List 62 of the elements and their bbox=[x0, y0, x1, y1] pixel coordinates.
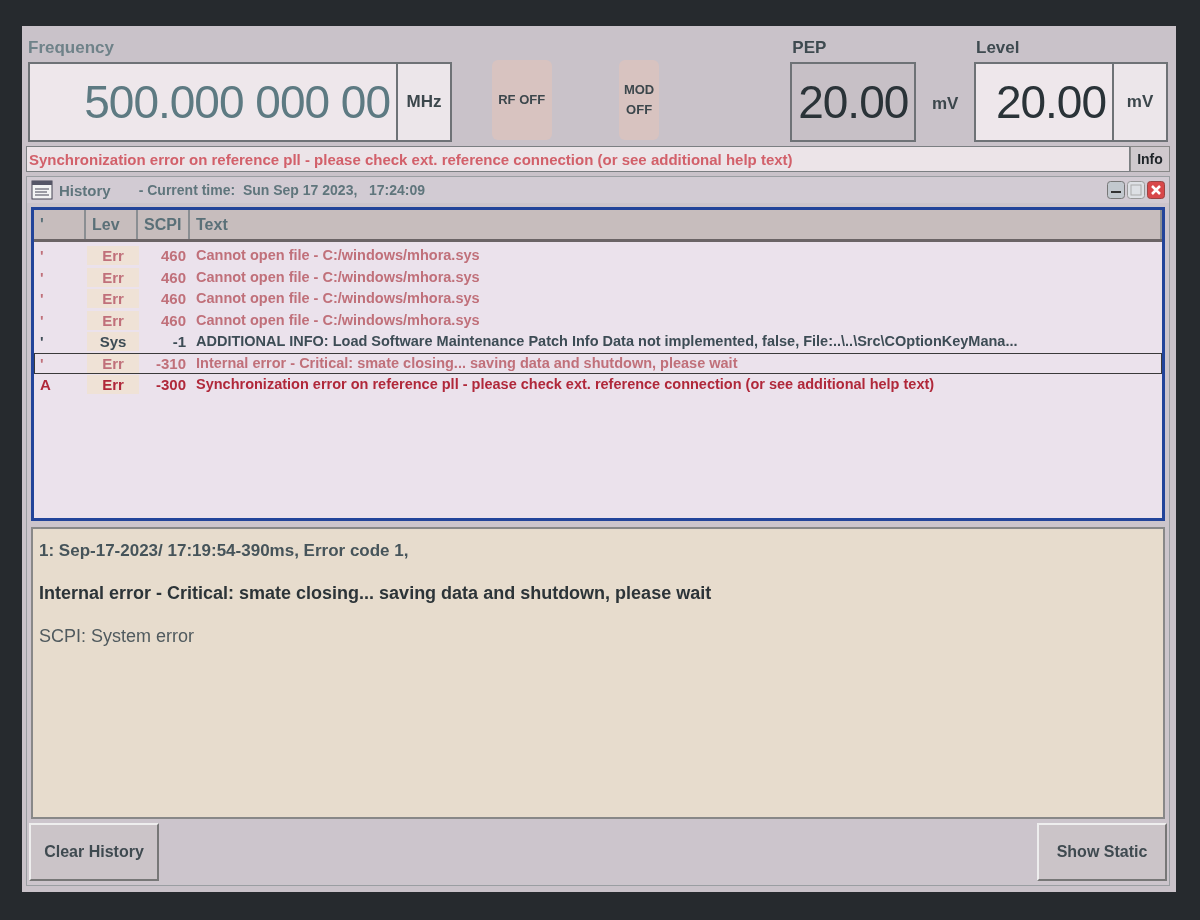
column-header[interactable]: Lev bbox=[86, 210, 138, 239]
table-cell-text: Cannot open file - C:/windows/mhora.sys bbox=[195, 267, 481, 287]
table-cell-text: ' bbox=[39, 267, 45, 287]
history-row[interactable]: ' Err 460 Cannot open file - C:/windows/mhora.sys bbox=[34, 288, 1162, 310]
status-message: Synchronization error on reference pll - please check ext. reference connection (or see additional help text) bbox=[29, 150, 793, 168]
current-time: - Current time: Sun Sep 17 2023, 17:24:09 bbox=[138, 182, 426, 198]
frequency-field[interactable]: 500.000 000 00 bbox=[28, 62, 398, 142]
table-cell-text: A bbox=[39, 375, 52, 395]
history-row[interactable]: ' Sys -1 ADDITIONAL INFO: Load Software Maintenance Patch Info Data not implemented, false, File:..\..\Src\COptionKeyMana... bbox=[34, 331, 1162, 353]
frequency-label: Frequency bbox=[28, 37, 115, 59]
pep-unit: mV bbox=[930, 94, 960, 114]
show-static-button[interactable]: Show Static bbox=[1037, 823, 1167, 881]
history-row[interactable]: ' Err 460 Cannot open file - C:/windows/mhora.sys bbox=[34, 309, 1162, 331]
history-row[interactable]: ' Err -310 Internal error - Critical: smate closing... saving data and shutdown, please wait bbox=[34, 352, 1162, 374]
pep-display: 20.00 bbox=[790, 62, 917, 142]
minimize-icon[interactable] bbox=[1107, 181, 1125, 199]
table-cell-text: Cannot open file - C:/windows/mhora.sys bbox=[195, 289, 481, 309]
table-cell-text: Internal error - Critical: smate closing... saving data and shutdown, please wait bbox=[195, 353, 739, 373]
close-icon[interactable] bbox=[1147, 181, 1165, 199]
detail-header: 1: Sep-17-2023/ 17:19:54-390ms, Error code 1, bbox=[39, 541, 410, 561]
clear-history-button[interactable]: Clear History bbox=[29, 823, 159, 881]
table-cell-text: 460 bbox=[159, 289, 187, 309]
info-button[interactable]: Info bbox=[1130, 146, 1170, 172]
level-field[interactable]: 20.00 bbox=[974, 62, 1114, 142]
table-cell: Err bbox=[87, 375, 139, 395]
column-header[interactable]: ' bbox=[34, 210, 86, 239]
table-cell: Err bbox=[87, 267, 139, 287]
table-cell-text: 460 bbox=[159, 267, 187, 287]
list-icon bbox=[31, 180, 53, 200]
detail-scpi: SCPI: System error bbox=[39, 626, 196, 647]
table-cell: Sys bbox=[87, 332, 139, 352]
table-cell: Err bbox=[87, 289, 139, 309]
table-cell: Err bbox=[87, 246, 139, 266]
table-cell-text: ' bbox=[39, 246, 45, 266]
table-cell: Err bbox=[87, 310, 139, 330]
mod-off-button[interactable]: MOD OFF bbox=[619, 60, 659, 140]
table-cell-text: -1 bbox=[171, 332, 187, 352]
table-cell-text: Synchronization error on reference pll - please check ext. reference connection (or see additional help text) bbox=[195, 375, 936, 395]
level-unit-field[interactable]: mV bbox=[1114, 62, 1168, 142]
table-cell-text: Cannot open file - C:/windows/mhora.sys bbox=[195, 246, 481, 266]
table-cell-text: -300 bbox=[154, 375, 187, 395]
history-row[interactable]: ' Err 460 Cannot open file - C:/windows/mhora.sys bbox=[34, 266, 1162, 288]
table-cell-text: 460 bbox=[159, 246, 187, 266]
history-row[interactable]: ' Err 460 Cannot open file - C:/windows/mhora.sys bbox=[34, 245, 1162, 267]
detail-message: Internal error - Critical: smate closing... saving data and shutdown, please wait bbox=[39, 583, 713, 604]
table-cell-text: ' bbox=[39, 310, 45, 330]
table-cell-text: ' bbox=[39, 332, 45, 352]
frequency-unit-field[interactable]: MHz bbox=[398, 62, 452, 142]
column-header[interactable]: SCPI bbox=[138, 210, 190, 239]
history-row[interactable]: A Err -300 Synchronization error on reference pll - please check ext. reference connection (or see additional help text) bbox=[34, 374, 1162, 396]
table-cell: Err bbox=[87, 353, 139, 373]
table-cell-text: -310 bbox=[154, 353, 187, 373]
table-cell-text: ' bbox=[39, 289, 45, 309]
table-cell-text: Cannot open file - C:/windows/mhora.sys bbox=[195, 310, 481, 330]
rf-off-button[interactable]: RF OFF bbox=[491, 60, 552, 140]
pep-label: PEP bbox=[791, 37, 828, 59]
table-cell-text: ' bbox=[39, 353, 45, 373]
table-cell-text: 460 bbox=[159, 310, 187, 330]
level-label: Level bbox=[975, 37, 1021, 59]
table-cell-text: ADDITIONAL INFO: Load Software Maintenance Patch Info Data not implemented, false, File:..\..\Src\COptionKeyMana... bbox=[195, 332, 1019, 352]
window-title: History bbox=[59, 181, 111, 199]
column-header[interactable]: Text bbox=[190, 210, 1162, 239]
